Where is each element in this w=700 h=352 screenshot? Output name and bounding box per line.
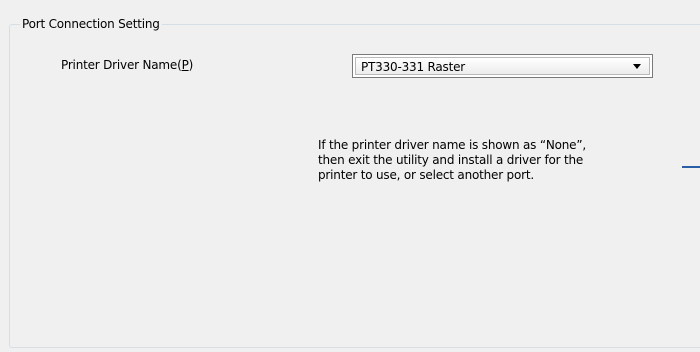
printer-driver-accesskey: P — [181, 58, 189, 72]
printer-driver-selected-value: PT330-331 Raster — [361, 60, 466, 74]
printer-driver-label-prefix: Printer Driver Name( — [61, 58, 182, 72]
chevron-down-icon[interactable] — [633, 64, 641, 69]
group-title: Port Connection Setting — [20, 15, 162, 33]
port-connection-panel: Port Connection Setting Printer Driver N… — [0, 0, 700, 352]
driver-help-note: If the printer driver name is shown as “… — [318, 138, 658, 183]
connector-line — [682, 166, 700, 168]
note-line-3: printer to use, or select another port. — [318, 168, 534, 182]
printer-driver-dropdown-face[interactable]: PT330-331 Raster — [355, 57, 650, 75]
printer-driver-label: Printer Driver Name(P) — [61, 56, 193, 74]
printer-driver-label-suffix: ) — [188, 58, 194, 72]
note-line-1: If the printer driver name is shown as “… — [318, 138, 586, 152]
note-line-2: then exit the utility and install a driv… — [318, 153, 584, 167]
printer-driver-dropdown[interactable]: PT330-331 Raster — [352, 54, 653, 78]
